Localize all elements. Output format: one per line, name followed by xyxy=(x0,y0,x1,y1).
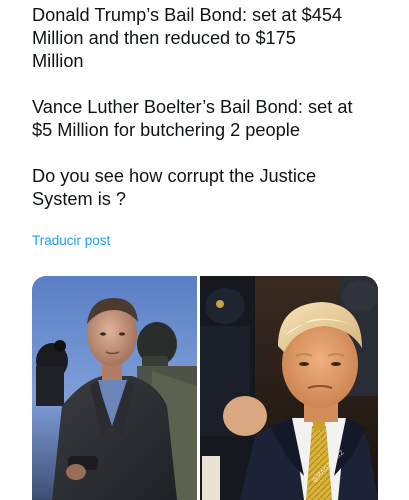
media-photo-left[interactable] xyxy=(32,276,197,500)
media-photo-right[interactable]: @MAGAWHIZ xyxy=(200,276,378,500)
photo-right-image xyxy=(200,276,378,500)
post-paragraph-question: Do you see how corrupt the Justice Syste… xyxy=(32,166,317,209)
post-container: Donald Trump’s Bail Bond: set at $454 Mi… xyxy=(0,0,409,500)
post-paragraph-trump-bail: Donald Trump’s Bail Bond: set at $454 Mi… xyxy=(32,5,343,71)
post-paragraph-boelter-bail: Vance Luther Boelter’s Bail Bond: set at… xyxy=(32,97,353,140)
post-media-grid: @MAGAWHIZ xyxy=(32,276,378,500)
post-body: Donald Trump’s Bail Bond: set at $454 Mi… xyxy=(32,4,392,234)
photo-left-image xyxy=(32,276,197,500)
translate-post-link[interactable]: Traducir post xyxy=(32,233,110,248)
